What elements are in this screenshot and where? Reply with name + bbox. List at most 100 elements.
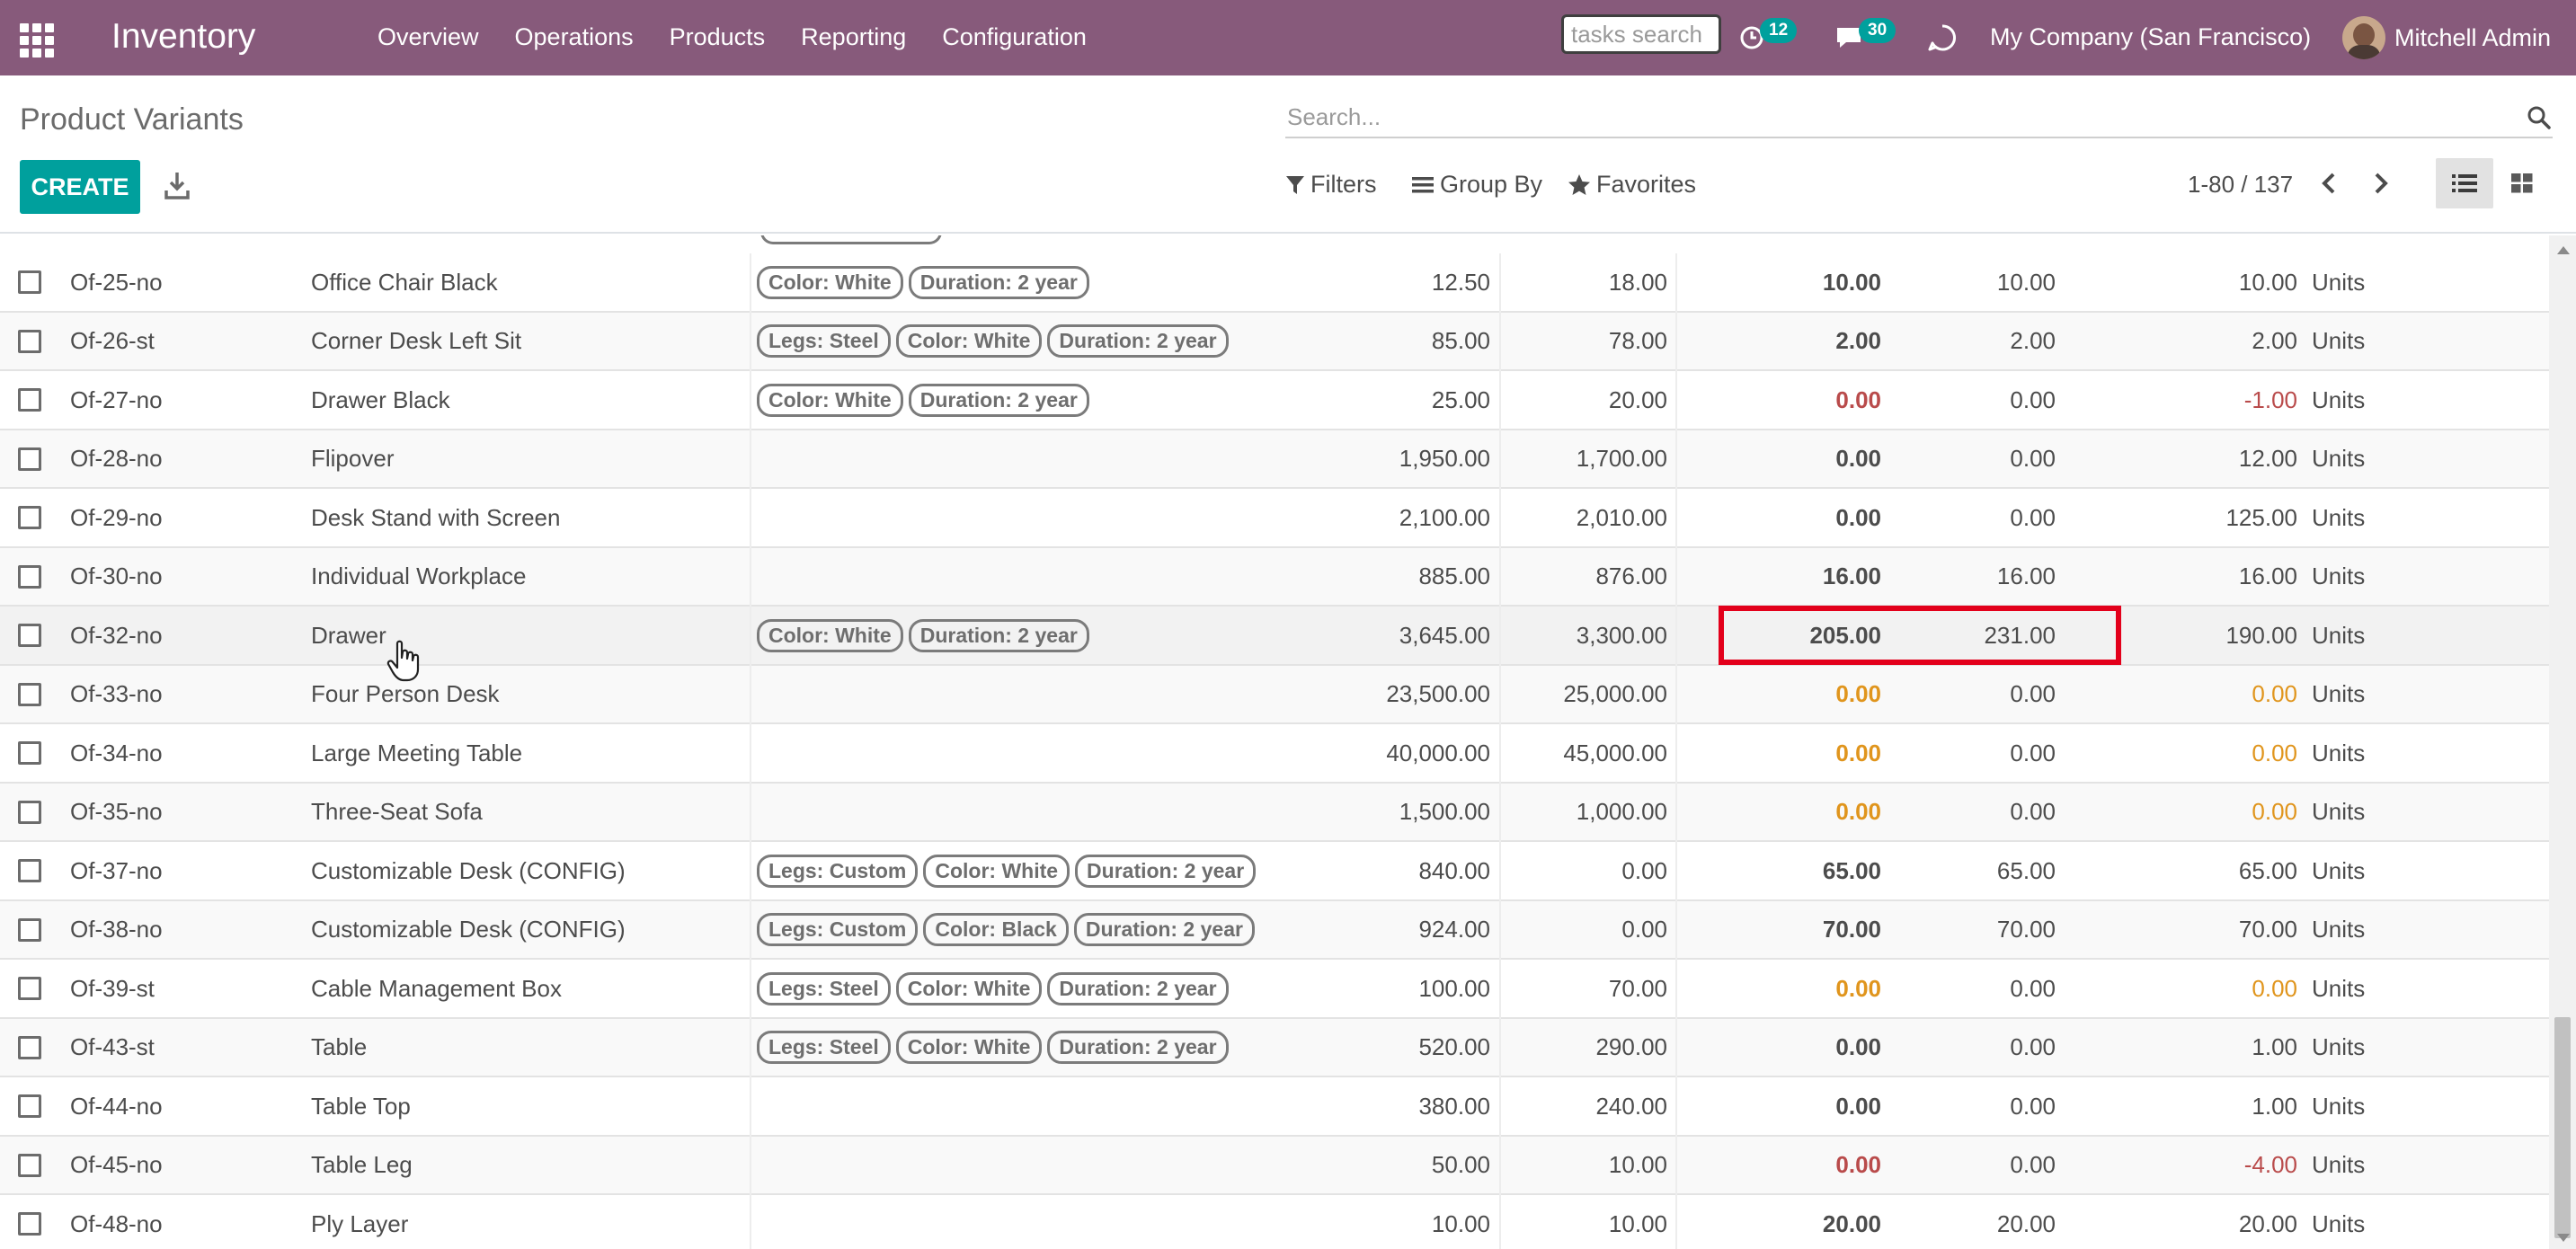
reserved-quantity: 0.00	[2010, 1033, 2056, 1060]
on-hand-quantity: 16.00	[1822, 562, 1881, 589]
row-checkbox[interactable]	[18, 741, 41, 765]
attribute-tag: Legs: Steel	[757, 1031, 891, 1064]
chevron-left-icon[interactable]	[2312, 165, 2348, 201]
voip-menu[interactable]	[1927, 20, 1958, 56]
row-checkbox[interactable]	[18, 917, 41, 942]
attribute-tag: Duration: 2 year	[1047, 324, 1229, 358]
product-name: Table	[311, 1033, 368, 1060]
kanban-view-button[interactable]	[2493, 158, 2551, 208]
table-row[interactable]: Of-26-st Corner Desk Left Sit Legs: Steel C…	[0, 312, 2549, 371]
table-row[interactable]: Of-28-no Flipover 1,950.00 1,700.00 0.00 0.00…	[0, 430, 2549, 489]
table-row[interactable]: Of-39-st Cable Management Box Legs: Steel C…	[0, 960, 2549, 1019]
table-row[interactable]: Of-30-no Individual Workplace 885.00 876.00…	[0, 547, 2549, 607]
table-row[interactable]: Of-48-no Ply Layer 10.00 10.00 20.00 20.00 20.…	[0, 1195, 2549, 1249]
activities-menu[interactable]: 12	[1738, 18, 1798, 56]
groupby-button[interactable]: Group By	[1411, 171, 1542, 199]
internal-reference: Of-35-no	[70, 798, 163, 825]
table-row[interactable]: Of-29-no Desk Stand with Screen 2,100.00 2,…	[0, 489, 2549, 548]
row-checkbox[interactable]	[18, 506, 41, 529]
on-hand-quantity: 20.00	[1822, 1209, 1881, 1237]
kanban-view-icon	[2511, 173, 2533, 193]
table-row[interactable]: Of-37-no Customizable Desk (CONFIG) Legs: …	[0, 842, 2549, 901]
row-checkbox[interactable]	[18, 682, 41, 706]
menu-reporting[interactable]: Reporting	[801, 23, 906, 51]
create-button[interactable]: CREATE	[20, 160, 140, 214]
variant-attributes: Legs: Steel Color: White Duration: 2 year	[757, 1019, 1234, 1076]
cost: 10.00	[1608, 1151, 1667, 1178]
table-row[interactable]: Of-44-no Table Top 380.00 240.00 0.00 0.00 1.0…	[0, 1077, 2549, 1137]
attribute-tag: Legs: Custom	[757, 913, 919, 946]
user-menu[interactable]: Mitchell Admin	[2342, 16, 2551, 59]
menu-products[interactable]: Products	[670, 23, 766, 51]
table-row[interactable]: Of-38-no Customizable Desk (CONFIG) Legs: …	[0, 900, 2549, 960]
cost: 25,000.00	[1563, 680, 1667, 707]
attribute-tag: Color: White	[757, 383, 903, 417]
row-checkbox[interactable]	[18, 270, 41, 294]
sales-price: 85.00	[1431, 327, 1490, 354]
company-switcher[interactable]: My Company (San Francisco)	[1990, 23, 2311, 51]
row-checkbox[interactable]	[18, 564, 41, 589]
row-checkbox[interactable]	[18, 1212, 41, 1236]
menu-configuration[interactable]: Configuration	[942, 23, 1087, 51]
row-checkbox[interactable]	[18, 624, 41, 647]
forecast-quantity: 20.00	[2238, 1209, 2297, 1237]
row-checkbox[interactable]	[18, 1153, 41, 1177]
vertical-scrollbar[interactable]	[2549, 235, 2576, 1249]
row-checkbox[interactable]	[18, 1094, 41, 1118]
table-row[interactable]: Of-34-no Large Meeting Table 40,000.00 45,0…	[0, 724, 2549, 784]
pager-value[interactable]: 1-80 / 137	[2188, 171, 2293, 199]
forecast-quantity: -1.00	[2243, 385, 2297, 413]
table-row[interactable]: Of-33-no Four Person Desk 23,500.00 25,000.…	[0, 665, 2549, 724]
internal-reference: Of-30-no	[70, 562, 163, 589]
menu-operations[interactable]: Operations	[515, 23, 634, 51]
table-row[interactable]: Of-43-st Table Legs: Steel Color: White Dura…	[0, 1018, 2549, 1077]
on-hand-quantity: 2.00	[1835, 327, 1881, 354]
product-name: Table Top	[311, 1092, 411, 1120]
row-checkbox[interactable]	[18, 977, 41, 1000]
cost: 1,000.00	[1576, 798, 1667, 825]
list-view-button[interactable]	[2436, 158, 2493, 208]
row-checkbox[interactable]	[18, 329, 41, 353]
forecast-quantity: 2.00	[2252, 327, 2297, 354]
unit-of-measure: Units	[2312, 1151, 2366, 1178]
table-row[interactable]: Of-32-no Drawer Color: White Duration: 2 ye…	[0, 607, 2549, 666]
row-checkbox[interactable]	[18, 859, 41, 882]
app-brand[interactable]: Inventory	[111, 17, 255, 57]
row-checkbox[interactable]	[18, 800, 41, 824]
row-checkbox[interactable]	[18, 388, 41, 412]
tasks-search-input[interactable]	[1561, 14, 1721, 54]
table-row[interactable]: Of-27-no Drawer Black Color: White Duration…	[0, 371, 2549, 430]
cost: 876.00	[1595, 562, 1667, 589]
unit-of-measure: Units	[2312, 445, 2366, 472]
forecast-quantity: 10.00	[2238, 268, 2297, 296]
scrollbar-thumb[interactable]	[2554, 1017, 2571, 1238]
scroll-up-icon[interactable]	[2557, 246, 2570, 254]
search-input[interactable]	[1285, 99, 2499, 135]
attribute-tag: Duration: 2 year	[908, 383, 1089, 417]
messages-menu[interactable]: 30	[1834, 18, 1896, 56]
menu-overview[interactable]: Overview	[378, 23, 479, 51]
column-divider	[750, 253, 751, 1249]
search-icon[interactable]	[2526, 104, 2553, 131]
forecast-quantity: 0.00	[2252, 974, 2297, 1002]
scroll-down-icon[interactable]	[2557, 1234, 2570, 1242]
table-row[interactable]: Of-25-no Office Chair Black Color: White Du…	[0, 253, 2549, 313]
on-hand-quantity: 0.00	[1835, 445, 1881, 472]
chevron-right-icon[interactable]	[2362, 165, 2398, 201]
favorites-button[interactable]: Favorites	[1568, 171, 1696, 199]
download-icon[interactable]	[162, 169, 192, 203]
row-checkbox[interactable]	[18, 1035, 41, 1059]
row-checkbox[interactable]	[18, 447, 41, 471]
cost: 78.00	[1608, 327, 1667, 354]
product-name: Three-Seat Sofa	[311, 798, 483, 825]
attribute-tag: Duration: 2 year	[1075, 854, 1257, 888]
sales-price: 10.00	[1431, 1209, 1490, 1237]
table-row[interactable]: Of-35-no Three-Seat Sofa 1,500.00 1,000.00 0…	[0, 783, 2549, 842]
attribute-tag: Duration: 2 year	[1047, 971, 1229, 1005]
attribute-tag: Color: White	[895, 971, 1043, 1005]
forecast-quantity: 12.00	[2238, 445, 2297, 472]
table-row[interactable]: Of-45-no Table Leg 50.00 10.00 0.00 0.00 -4.00…	[0, 1136, 2549, 1195]
app-menu-icon[interactable]	[16, 20, 54, 58]
activities-count-badge: 12	[1760, 18, 1798, 43]
filters-button[interactable]: Filters	[1285, 171, 1377, 199]
